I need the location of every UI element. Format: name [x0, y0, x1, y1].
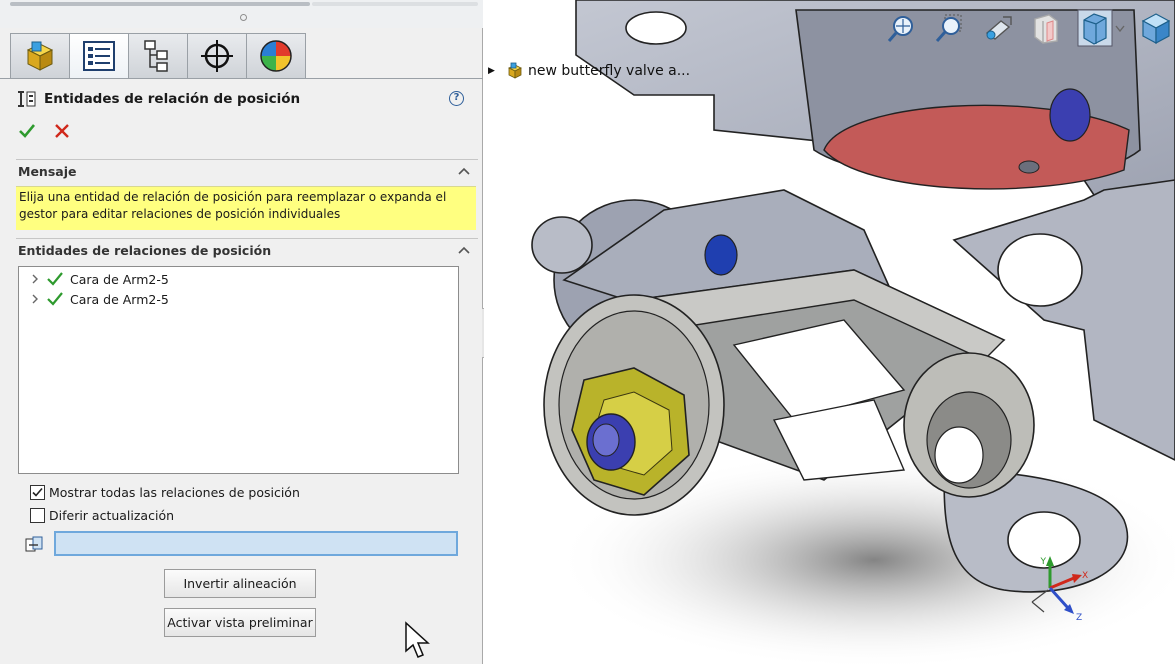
- property-manager-panel: Entidades de relación de posición ? Mens…: [0, 0, 483, 664]
- entities-section-header[interactable]: Entidades de relaciones de posición: [16, 238, 478, 262]
- appearance-tab-icon: [260, 40, 292, 72]
- section-view-icon: [1034, 14, 1058, 44]
- feature-tree-root-label: new butterfly valve a...: [528, 63, 691, 79]
- list-item[interactable]: Cara de Arm2-5: [29, 290, 169, 308]
- show-all-mates-checkbox[interactable]: [30, 484, 45, 500]
- graphics-viewport[interactable]: ▶ new butterfly valve a... Y X Z: [484, 0, 1175, 664]
- message-text: Elija una entidad de relación de posició…: [16, 186, 476, 230]
- show-all-mates-label: Mostrar todas las relaciones de posición: [49, 484, 300, 500]
- defer-update-label: Diferir actualización: [49, 507, 175, 523]
- triad-z-label: Z: [1076, 613, 1082, 623]
- collapse-chevron-icon[interactable]: [458, 245, 470, 255]
- dimxpert-tab[interactable]: [187, 33, 247, 79]
- previous-view-icon: [985, 16, 1012, 40]
- display-style-icon: [1141, 13, 1171, 45]
- view-orientation-button[interactable]: [1074, 8, 1128, 48]
- zoom-to-fit-button[interactable]: [882, 8, 922, 48]
- view-orientation-icon: [1077, 9, 1125, 47]
- display-style-button[interactable]: [1136, 8, 1175, 48]
- featuremanager-tab[interactable]: [10, 33, 70, 79]
- cancel-x-icon[interactable]: [53, 122, 71, 140]
- resolved-check-icon: [47, 292, 63, 306]
- mate-selection-icon: [25, 536, 43, 552]
- list-item-label: Cara de Arm2-5: [70, 271, 169, 287]
- entities-section-title: Entidades de relaciones de posición: [18, 243, 272, 258]
- show-all-mates-option[interactable]: Mostrar todas las relaciones de posición: [30, 483, 300, 501]
- triad-y-label: Y: [1040, 557, 1047, 567]
- zoom-to-area-icon: [935, 14, 962, 42]
- tabs-divider: [0, 78, 483, 79]
- activate-preview-button[interactable]: Activar vista preliminar: [164, 608, 316, 637]
- defer-update-option[interactable]: Diferir actualización: [30, 506, 174, 524]
- mate-selection-field[interactable]: [54, 531, 458, 556]
- dimxpert-tab-icon: [201, 40, 233, 72]
- propertymanager-tab[interactable]: [69, 33, 129, 79]
- panel-top-bar: [0, 0, 483, 28]
- previous-view-button[interactable]: [978, 8, 1018, 48]
- featuremanager-tab-icon: [26, 41, 54, 71]
- mate-entities-icon: [18, 91, 36, 107]
- mouse-cursor-icon: [405, 621, 430, 658]
- feature-tree-root[interactable]: ▶ new butterfly valve a...: [484, 62, 690, 80]
- expand-chevron-icon[interactable]: [29, 293, 41, 305]
- defer-update-checkbox[interactable]: [30, 507, 45, 523]
- help-icon[interactable]: ?: [449, 91, 464, 106]
- appearance-tab[interactable]: [246, 33, 306, 79]
- flip-alignment-button[interactable]: Invertir alineación: [164, 569, 316, 598]
- panel-scrollbar-track[interactable]: [312, 2, 478, 6]
- expand-arrow-icon[interactable]: ▶: [488, 66, 498, 76]
- zoom-to-fit-icon: [887, 16, 913, 42]
- page-title: Entidades de relación de posición: [44, 91, 301, 107]
- manager-tabs: [10, 33, 306, 79]
- list-item[interactable]: Cara de Arm2-5: [29, 270, 169, 288]
- heads-up-view-toolbar: [882, 8, 1175, 48]
- assembly-icon: [508, 62, 522, 79]
- zoom-to-area-button[interactable]: [930, 8, 970, 48]
- property-manager-header: Entidades de relación de posición ?: [18, 88, 470, 110]
- coordinate-triad-icon: Y X Z: [1031, 556, 1088, 623]
- message-section-header[interactable]: Mensaje: [16, 159, 478, 183]
- list-item-label: Cara de Arm2-5: [70, 291, 169, 307]
- panel-grip-handle[interactable]: [240, 14, 247, 21]
- expand-chevron-icon[interactable]: [29, 273, 41, 285]
- mate-entities-list[interactable]: Cara de Arm2-5 Cara de Arm2-5: [18, 266, 459, 658]
- panel-scrollbar[interactable]: [10, 2, 310, 6]
- section-view-button[interactable]: [1026, 8, 1066, 48]
- propertymanager-tab-icon: [83, 41, 115, 71]
- ok-check-icon[interactable]: [18, 122, 36, 140]
- configurationmanager-tab-icon: [144, 40, 168, 72]
- resolved-check-icon: [47, 272, 63, 286]
- message-section-title: Mensaje: [18, 164, 77, 179]
- collapse-chevron-icon[interactable]: [458, 166, 470, 176]
- triad-x-label: X: [1082, 571, 1088, 581]
- checkmark-icon: [32, 487, 43, 497]
- configurationmanager-tab[interactable]: [128, 33, 188, 79]
